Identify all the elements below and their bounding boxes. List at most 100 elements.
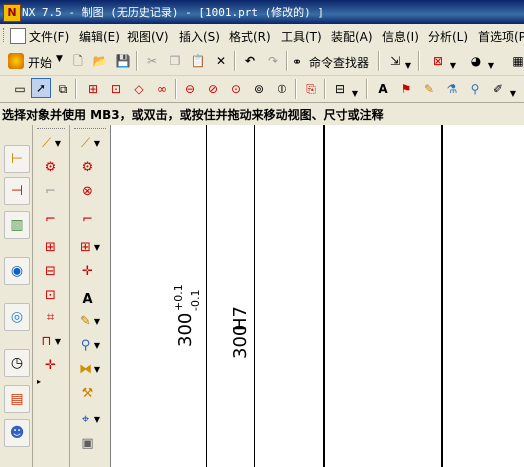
drawing-line[interactable]: [206, 125, 207, 467]
dimension-button[interactable]: ⟋ ▼: [74, 133, 100, 155]
menu-insert[interactable]: 插入(S): [179, 28, 220, 45]
pin-button[interactable]: ✐: [488, 79, 508, 99]
start-button[interactable]: 开始 ▼: [6, 51, 64, 71]
snap-intersection-button[interactable]: ⦶: [272, 79, 292, 99]
web-browser-tab[interactable]: ◉: [4, 257, 30, 285]
open-button[interactable]: 📂: [90, 51, 110, 71]
break-detail-button[interactable]: ⊓ ▼: [35, 331, 61, 353]
base-view2-button[interactable]: ⌐: [76, 209, 102, 231]
axis-button[interactable]: ⊞ ▼: [74, 237, 100, 259]
render-style-button[interactable]: ◕: [466, 51, 486, 71]
dimension-fit-class[interactable]: H7: [230, 306, 251, 331]
part-navigator-tab[interactable]: ⊢: [4, 145, 30, 173]
undo-button[interactable]: ↶: [240, 51, 260, 71]
note-button[interactable]: A: [76, 289, 102, 311]
select-button[interactable]: ➚: [31, 78, 51, 98]
cut-button[interactable]: ✂: [142, 51, 162, 71]
text-button[interactable]: A: [373, 79, 393, 99]
blank-view-button[interactable]: ⌐: [39, 181, 65, 203]
delete-button[interactable]: ✕: [211, 51, 231, 71]
dropdown-arrow[interactable]: ▼: [403, 56, 413, 76]
snap-center-button[interactable]: ⊙: [226, 79, 246, 99]
clock-tab[interactable]: ◷: [4, 349, 30, 377]
menu-info[interactable]: 信息(I): [382, 28, 419, 45]
table-button[interactable]: ⊟: [330, 79, 350, 99]
dropdown-arrow[interactable]: ▼: [448, 56, 458, 76]
menu-tools[interactable]: 工具(T): [281, 28, 322, 45]
paste-icon: 📋: [190, 54, 206, 68]
menu-file[interactable]: 文件(F): [29, 28, 69, 45]
ordinate-button[interactable]: ⚲ ▼: [74, 335, 100, 357]
visualization-tab[interactable]: ▤: [4, 385, 30, 413]
leader-button[interactable]: ⚑: [396, 79, 416, 99]
hatch-button[interactable]: ✎ ▼: [74, 311, 100, 333]
style-button[interactable]: ⎘: [301, 79, 321, 99]
open-sheet-button[interactable]: ⧉: [53, 79, 73, 99]
drawing-line[interactable]: [441, 125, 443, 467]
edit-sheet-button[interactable]: ⊞: [83, 79, 103, 99]
copy-button[interactable]: ❐: [165, 51, 185, 71]
binoculars-icon: ⚭: [292, 55, 303, 69]
detail-view-button[interactable]: ⊡: [39, 285, 65, 307]
fit-view-button[interactable]: ⊠: [428, 51, 448, 71]
window-title: NX 7.5 - 制图 (无历史记录) - [1001.prt (修改的) ]: [22, 6, 325, 19]
surface-finish-button[interactable]: ⚒: [76, 383, 102, 405]
assembly-navigator-tab[interactable]: ⊣: [4, 177, 30, 205]
toolbar-grip[interactable]: [74, 128, 106, 131]
dimension-style-button[interactable]: ⟋ ▼: [35, 133, 61, 155]
layer-button[interactable]: ▦: [508, 51, 524, 71]
flask-button[interactable]: ⚗: [442, 79, 462, 99]
target-point-button[interactable]: ⌖ ▼: [74, 409, 100, 431]
dimension-value[interactable]: 300: [175, 313, 196, 347]
menu-format[interactable]: 格式(R): [229, 28, 271, 45]
section-view-button[interactable]: ⊟: [39, 261, 65, 283]
drawing-line[interactable]: [254, 125, 255, 467]
new-sheet-button[interactable]: ▭: [10, 79, 30, 99]
dimension-tolerance-upper[interactable]: +0.1: [172, 284, 185, 311]
paste-button[interactable]: 📋: [188, 51, 208, 71]
command-finder-button[interactable]: ⚭ 命令查找器: [291, 51, 375, 71]
menu-analysis[interactable]: 分析(L): [428, 28, 468, 45]
chevron-down-icon: ▼: [93, 341, 100, 350]
redo-button[interactable]: ↷: [263, 51, 283, 71]
link-button[interactable]: ∞: [152, 79, 172, 99]
pencil-button[interactable]: ✎: [419, 79, 439, 99]
centerline-button[interactable]: ✛: [39, 355, 65, 377]
save-button[interactable]: 💾: [113, 51, 133, 71]
toolbar-grip[interactable]: [37, 128, 65, 131]
weld-button[interactable]: ⧓ ▼: [74, 359, 100, 381]
eraser-button[interactable]: ◇: [129, 79, 149, 99]
snap-endpoint-button[interactable]: ⊖: [180, 79, 200, 99]
reuse-library-tab[interactable]: ▥: [4, 211, 30, 239]
projected-view-button[interactable]: ⊞: [39, 237, 65, 259]
new-file-button[interactable]: 🗋: [68, 51, 88, 71]
brush-button[interactable]: ⚲: [465, 79, 485, 99]
view-label-button[interactable]: ⊗: [76, 181, 102, 203]
roles-tab[interactable]: ☻: [4, 419, 30, 447]
history-tab[interactable]: ◎: [4, 303, 30, 331]
break-view-button[interactable]: ⌗: [39, 307, 65, 329]
view-manager-button[interactable]: ⊡: [106, 79, 126, 99]
dropdown-arrow[interactable]: ▼: [486, 56, 496, 76]
base-view-button[interactable]: ⌐: [39, 209, 65, 231]
selection-filter-button[interactable]: ⇲: [385, 51, 405, 71]
menu-preferences[interactable]: 首选项(P): [478, 28, 524, 45]
image-button[interactable]: ▣: [76, 433, 102, 455]
menubar-grip[interactable]: [3, 28, 7, 42]
view-style-button[interactable]: ⚙: [39, 157, 65, 179]
feature-control-button[interactable]: ⚙: [76, 157, 102, 179]
drawing-line[interactable]: [323, 125, 325, 467]
drawing-canvas[interactable]: 300 +0.1 -0.1 300 H7: [110, 125, 524, 467]
dimension-tolerance-lower[interactable]: -0.1: [189, 290, 202, 311]
snap-quadrant-button[interactable]: ⊚: [249, 79, 269, 99]
menu-assembly[interactable]: 装配(A): [331, 28, 373, 45]
menu-edit[interactable]: 编辑(E): [79, 28, 120, 45]
menu-view[interactable]: 视图(V): [127, 28, 169, 45]
dropdown-arrow[interactable]: ▼: [508, 84, 518, 104]
dropdown-arrow[interactable]: ▼: [350, 84, 360, 104]
chevron-down-icon[interactable]: ▸: [37, 377, 41, 386]
web-browser-icon: ◉: [10, 263, 24, 279]
document-icon[interactable]: [10, 28, 26, 44]
snap-midpoint-button[interactable]: ⊘: [203, 79, 223, 99]
crosshair-button[interactable]: ✛: [76, 261, 102, 283]
